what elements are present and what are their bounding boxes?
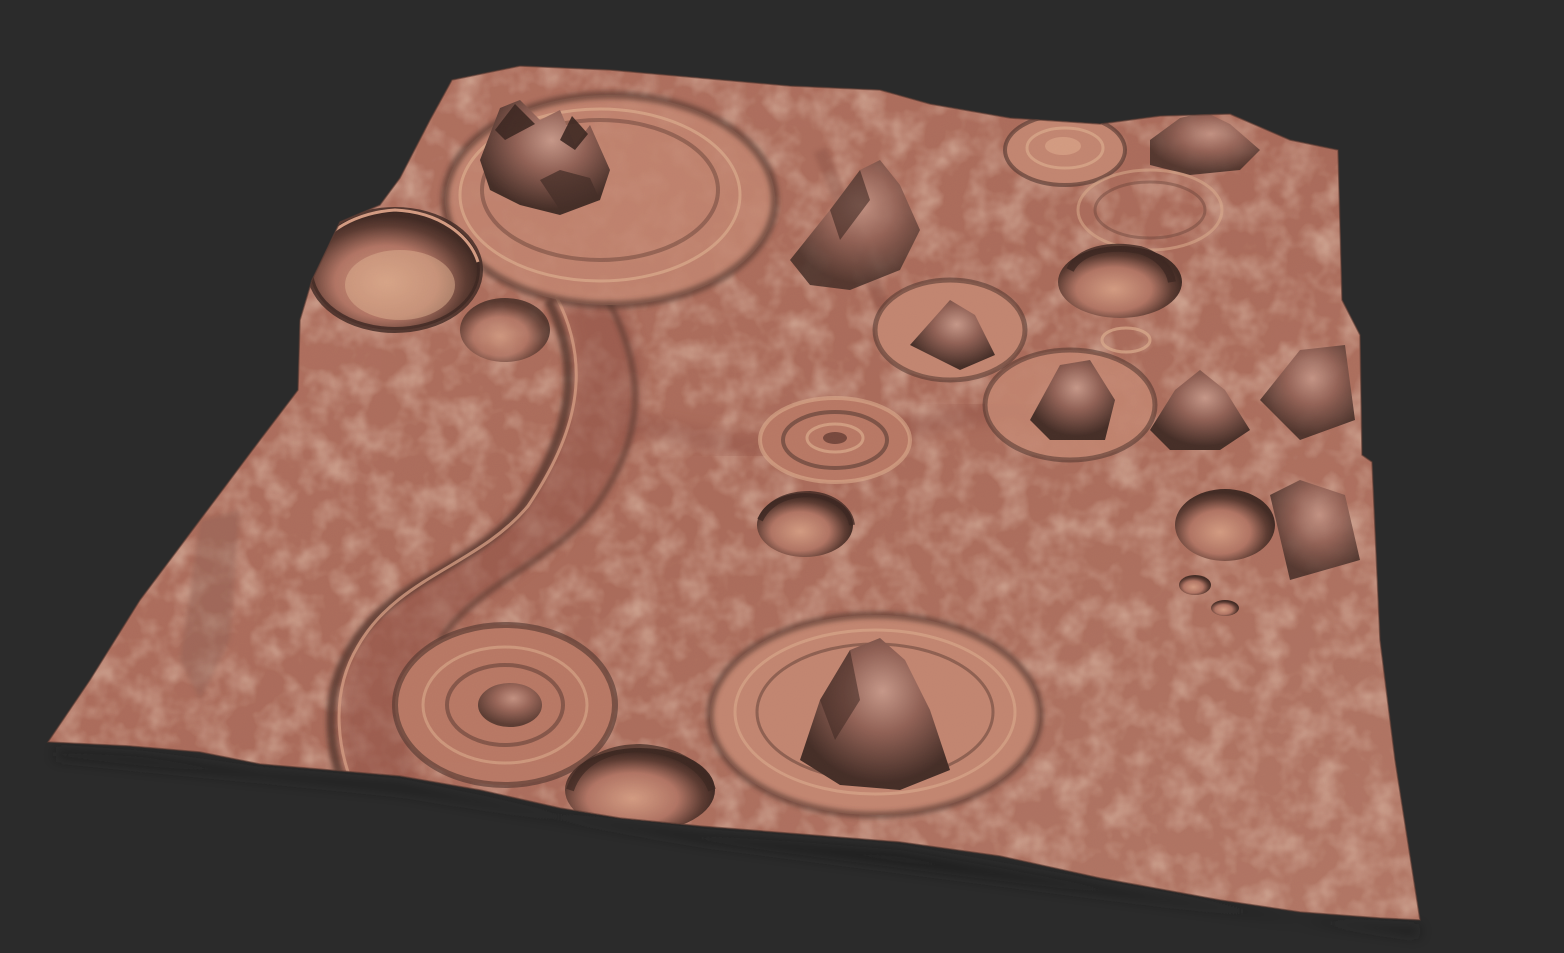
terrain-render: [46, 65, 1421, 936]
terrain-slab: [48, 66, 1420, 920]
3d-viewport[interactable]: [0, 0, 1564, 953]
